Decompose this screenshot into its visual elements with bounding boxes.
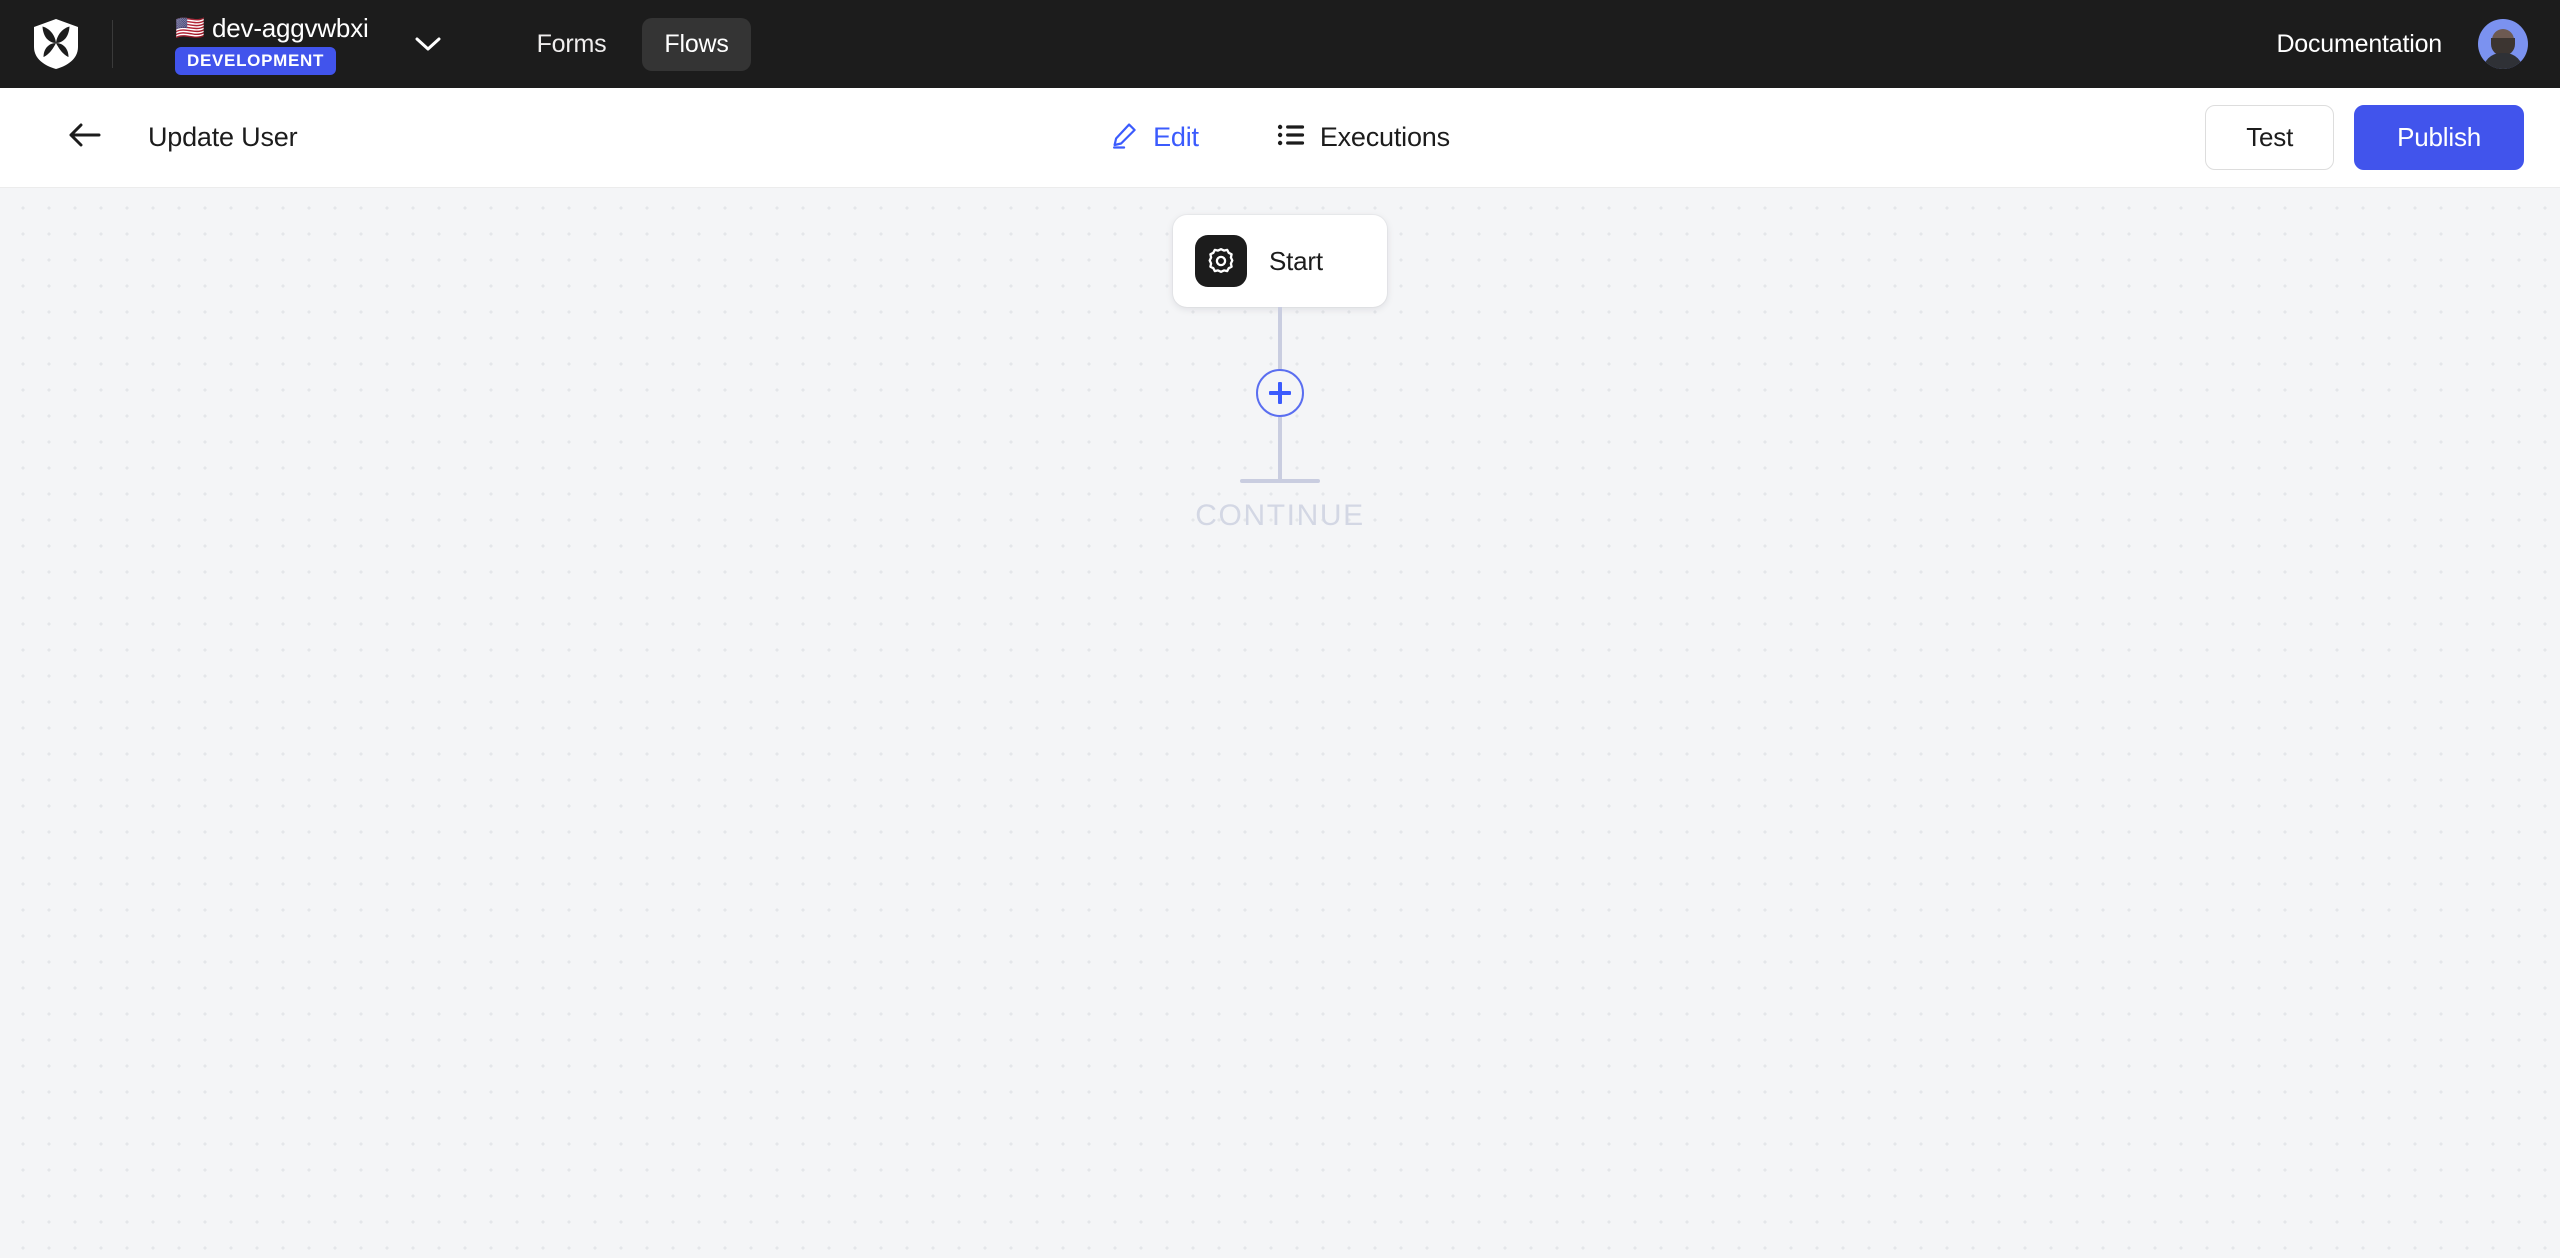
connector-line-top [1278,307,1282,369]
arrow-left-icon [68,122,102,153]
flow-toolbar: Update User Edit Executions Test Publish [0,88,2560,188]
tab-executions-label: Executions [1319,122,1450,152]
environment-badge: DEVELOPMENT [175,46,337,75]
plus-icon-vertical [1278,382,1282,404]
chevron-down-icon[interactable] [411,27,445,61]
main-nav-tabs: Forms Flows [515,17,751,71]
avatar[interactable] [2478,19,2528,69]
nav-tab-forms[interactable]: Forms [515,18,629,71]
country-flag-icon: 🇺🇸 [175,14,205,42]
connector-end-bar [1240,479,1320,483]
tab-executions[interactable]: Executions [1277,88,1450,188]
page-title: Update User [148,122,298,152]
flow-node-start[interactable]: Start [1173,215,1387,307]
publish-button[interactable]: Publish [2354,105,2524,170]
back-button[interactable] [58,111,112,165]
top-navigation-bar: 🇺🇸 dev-aggvwbxi DEVELOPMENT Forms Flows … [0,0,2560,88]
tab-edit-label: Edit [1153,122,1199,152]
list-icon [1277,123,1305,152]
shield-logo-icon [34,19,78,69]
flow-canvas[interactable]: Start CONTINUE [0,189,2560,1258]
toolbar-actions: Test Publish [2205,105,2560,170]
tab-edit[interactable]: Edit [1110,88,1199,188]
environment-selector[interactable]: 🇺🇸 dev-aggvwbxi DEVELOPMENT [113,13,445,75]
gear-icon [1195,235,1247,287]
flow-graph: Start CONTINUE [980,189,1580,533]
flow-node-label: Start [1269,245,1323,276]
add-step-button[interactable] [1256,369,1304,417]
view-mode-tabs: Edit Executions [1110,88,1450,188]
environment-name: dev-aggvwbxi [212,13,369,43]
test-button[interactable]: Test [2205,105,2335,170]
pencil-icon [1110,121,1138,154]
nav-tab-flows[interactable]: Flows [642,17,751,71]
avatar-body [2483,53,2523,69]
documentation-link[interactable]: Documentation [2276,30,2442,59]
app-logo[interactable] [0,0,112,88]
nav-right-group: Documentation [2276,19,2560,69]
connector-line-bottom [1278,417,1282,479]
continue-label: CONTINUE [1195,499,1365,532]
